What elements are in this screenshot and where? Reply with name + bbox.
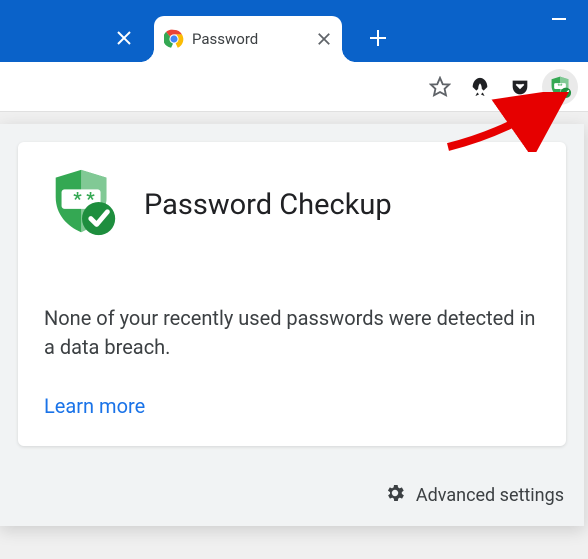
tab-close-button[interactable] xyxy=(316,31,332,47)
advanced-settings-button[interactable]: Advanced settings xyxy=(416,485,564,506)
window-minimize-button[interactable] xyxy=(552,18,566,20)
popup-title: Password Checkup xyxy=(144,188,392,222)
browser-toolbar: ** xyxy=(0,62,588,112)
popup-header: * * Password Checkup xyxy=(44,164,540,246)
password-checkup-extension-icon[interactable]: ** xyxy=(542,69,578,105)
rocket-extension-icon[interactable] xyxy=(462,69,498,105)
shield-check-icon: * * xyxy=(44,164,122,246)
learn-more-link[interactable]: Learn more xyxy=(44,394,540,418)
chrome-favicon-icon xyxy=(164,29,184,49)
svg-text:**: ** xyxy=(558,83,563,89)
gear-icon xyxy=(384,482,406,509)
extension-popup: * * Password Checkup None of your recent… xyxy=(0,124,584,526)
browser-titlebar: Password xyxy=(0,0,588,62)
new-tab-button[interactable] xyxy=(358,18,398,58)
popup-body-text: None of your recently used passwords wer… xyxy=(44,304,540,362)
active-tab[interactable]: Password xyxy=(154,16,342,62)
bookmark-star-button[interactable] xyxy=(422,69,458,105)
popup-card: * * Password Checkup None of your recent… xyxy=(18,142,566,446)
tab-title: Password xyxy=(192,30,312,48)
popup-footer: Advanced settings xyxy=(0,464,584,526)
pocket-extension-icon[interactable] xyxy=(502,69,538,105)
